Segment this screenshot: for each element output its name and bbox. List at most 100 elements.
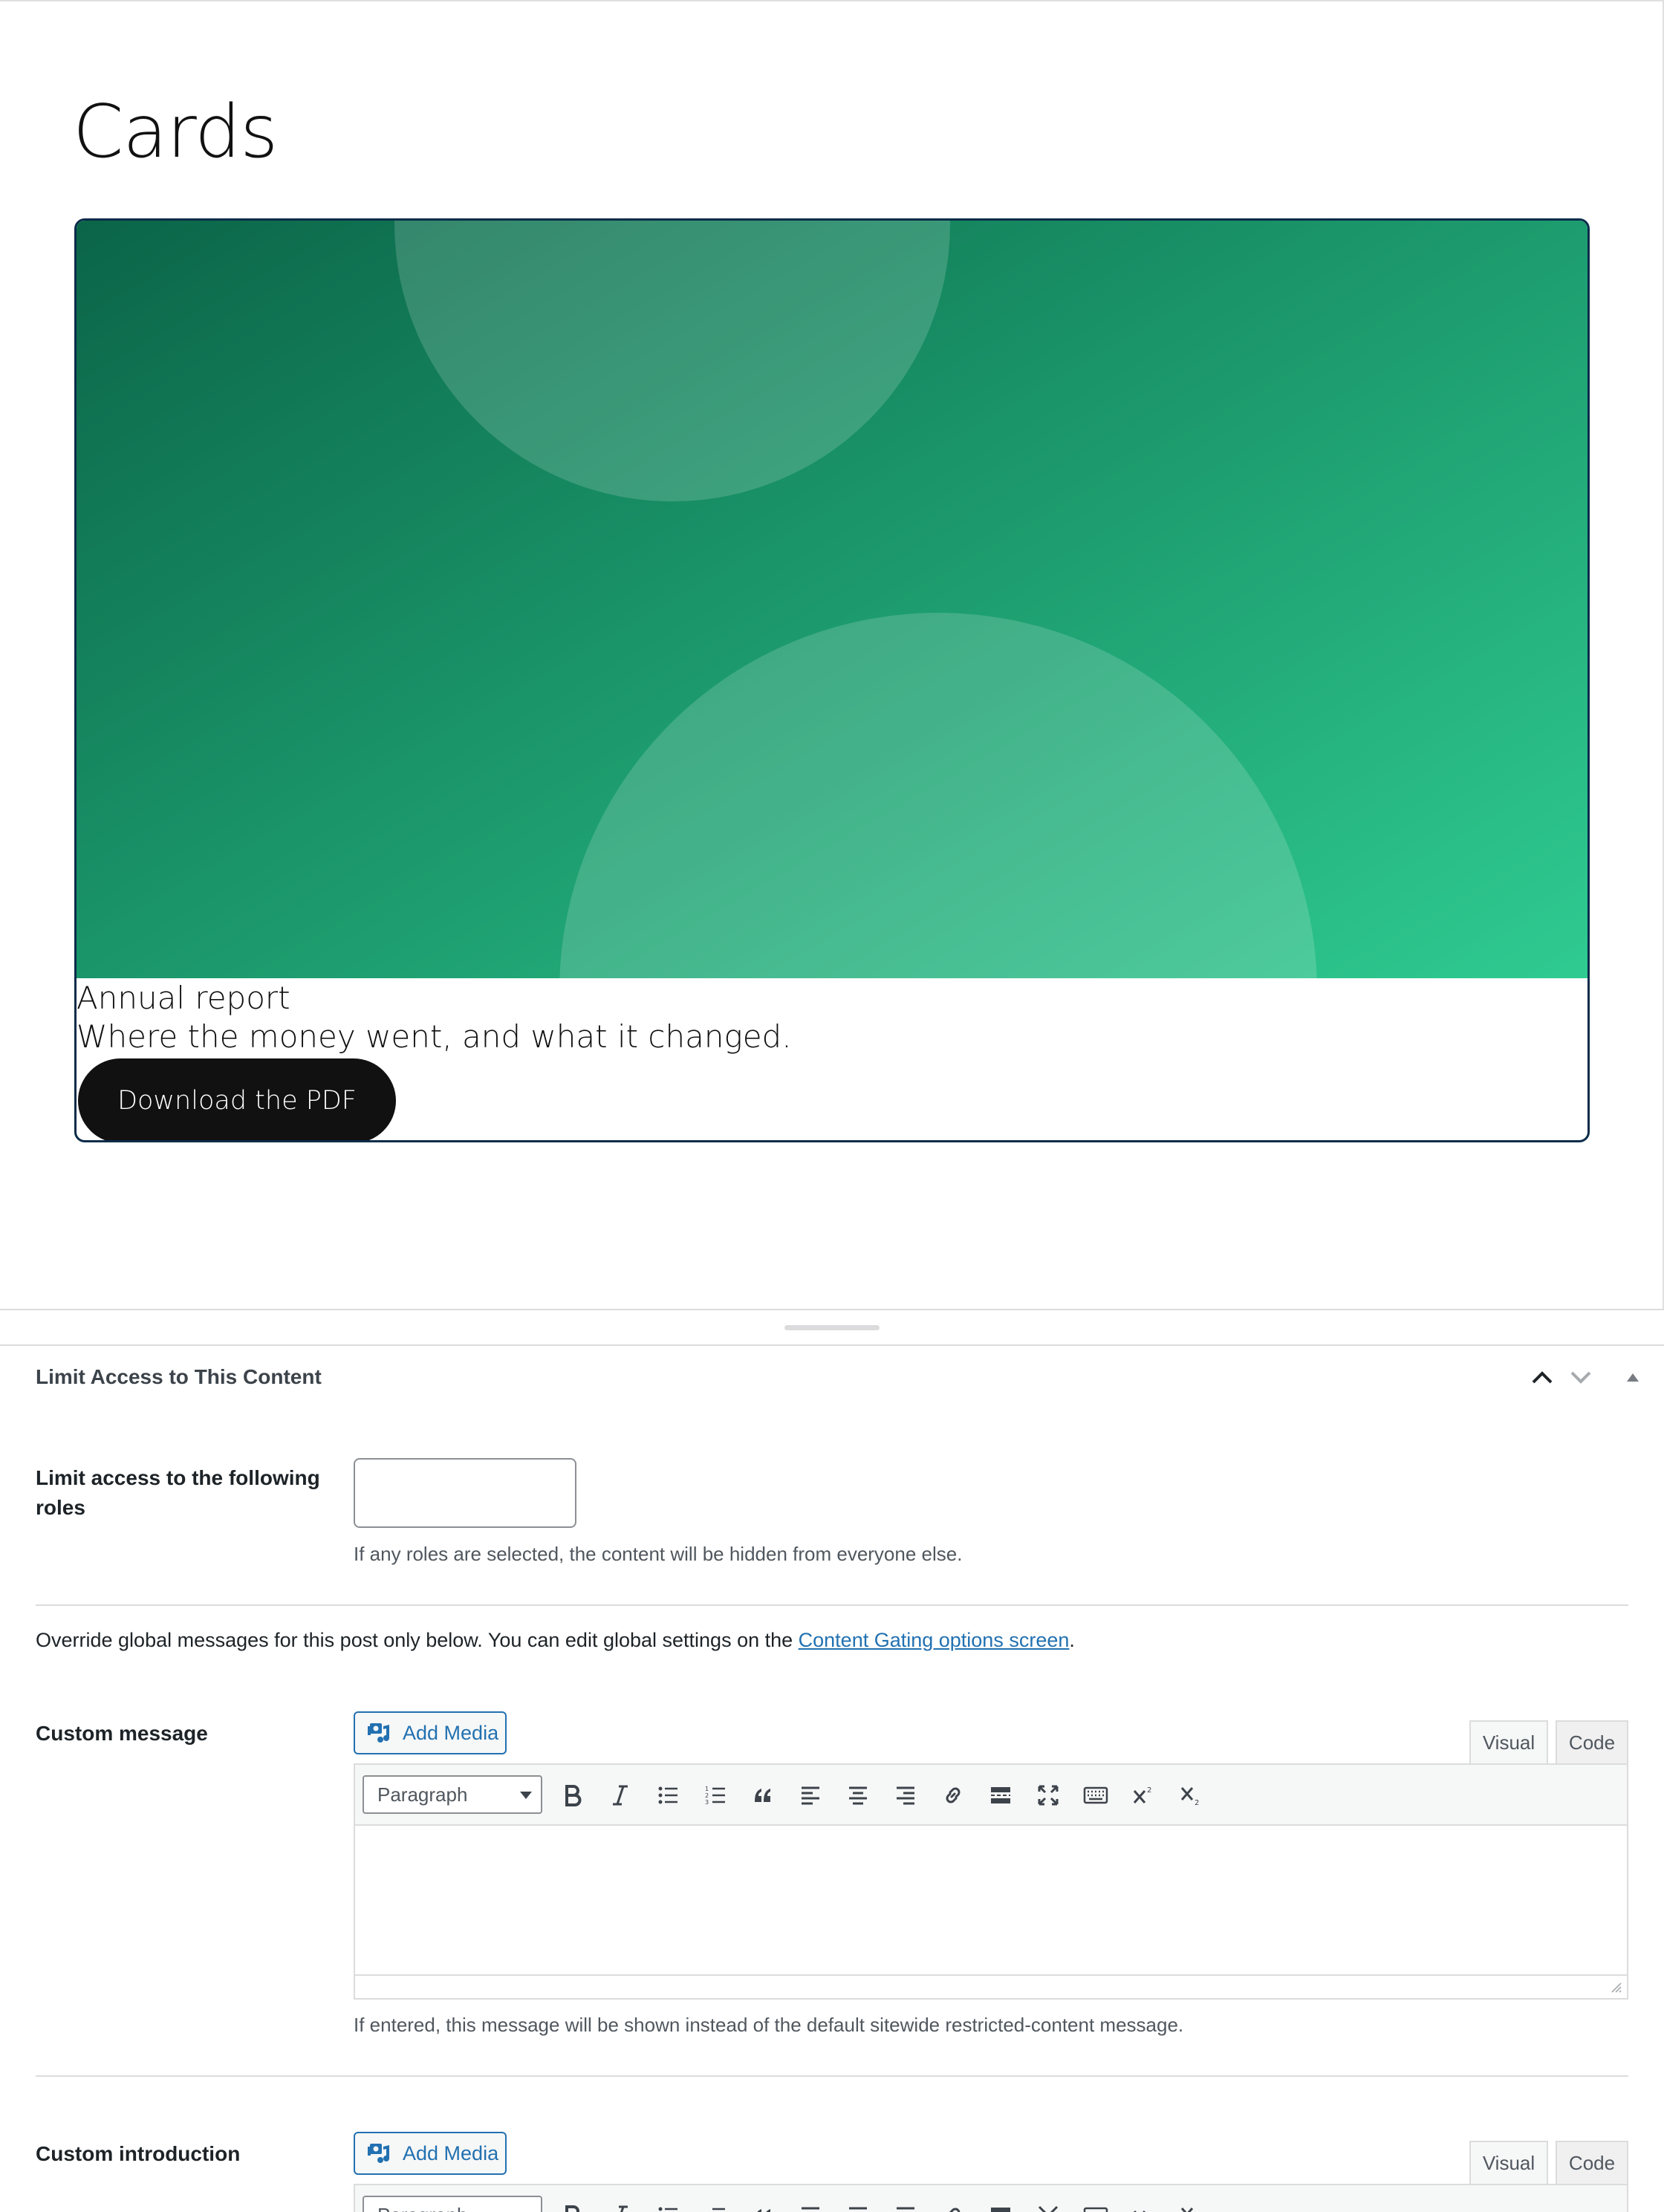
add-media-label: Add Media xyxy=(403,2141,499,2164)
read-more-button[interactable] xyxy=(982,2197,1019,2212)
insert-link-button[interactable] xyxy=(935,1777,972,1814)
page-title[interactable]: Cards xyxy=(73,89,278,177)
format-select[interactable]: Paragraph xyxy=(363,2196,542,2212)
add-media-button[interactable]: Add Media xyxy=(354,1711,507,1754)
svg-text:2: 2 xyxy=(705,1792,709,1799)
download-pdf-button[interactable]: Download the PDF xyxy=(78,1058,396,1140)
format-select-value: Paragraph xyxy=(377,1783,468,1806)
tab-visual[interactable]: Visual xyxy=(1469,1720,1548,1765)
chevron-down-icon xyxy=(1570,1371,1591,1384)
custom-message-editor: Paragraph 123 2 2 xyxy=(354,1763,1628,2000)
roles-help-text: If any roles are selected, the content w… xyxy=(354,1543,963,1565)
card-text[interactable]: Where the money went, and what it change… xyxy=(77,1017,792,1058)
metabox-resize-bar[interactable] xyxy=(0,1309,1664,1346)
toggle-panel-button[interactable] xyxy=(1616,1361,1649,1393)
metabox-title: Limit Access to This Content xyxy=(36,1365,322,1388)
align-right-button[interactable] xyxy=(887,2197,924,2212)
superscript-icon xyxy=(1133,2211,1146,2212)
subscript-button[interactable]: 2 xyxy=(1172,1777,1209,1814)
toolbar-toggle-button[interactable] xyxy=(1077,2197,1114,2212)
override-notice: Override global messages for this post o… xyxy=(36,1627,1075,1653)
svg-text:1: 1 xyxy=(705,1786,709,1792)
custom-introduction-label: Custom introduction xyxy=(36,2142,241,2165)
custom-message-label: Custom message xyxy=(36,1722,208,1745)
tab-code[interactable]: Code xyxy=(1556,2141,1628,2185)
align-center-icon xyxy=(849,2207,867,2210)
tab-code[interactable]: Code xyxy=(1556,1720,1628,1765)
subscript-button[interactable] xyxy=(1172,2197,1209,2212)
decorative-circle xyxy=(394,221,950,501)
roles-select[interactable] xyxy=(354,1458,576,1528)
insert-link-button[interactable] xyxy=(935,2197,972,2212)
fullscreen-button[interactable] xyxy=(1030,1777,1067,1814)
align-center-button[interactable] xyxy=(839,2197,877,2212)
editor-statusbar xyxy=(355,1974,1627,1998)
superscript-button[interactable] xyxy=(1125,2197,1162,2212)
blockquote-button[interactable] xyxy=(744,2197,781,2212)
resize-handle[interactable] xyxy=(784,1325,880,1330)
fullscreen-icon xyxy=(1038,1785,1059,1806)
read-more-icon xyxy=(991,2208,1010,2212)
chevron-up-icon xyxy=(1532,1371,1553,1384)
editor-canvas: Cards Annual report Where the money went… xyxy=(0,0,1664,1309)
format-select[interactable]: Paragraph xyxy=(363,1775,542,1814)
bulleted-list-button[interactable] xyxy=(649,1777,686,1814)
svg-text:2: 2 xyxy=(1195,1799,1199,1806)
align-left-button[interactable] xyxy=(792,1777,829,1814)
align-left-button[interactable] xyxy=(792,2197,829,2212)
divider xyxy=(36,1604,1628,1606)
align-right-icon xyxy=(897,1786,914,1805)
bulleted-list-icon xyxy=(658,1786,677,1804)
italic-button[interactable] xyxy=(602,1777,639,1814)
italic-icon xyxy=(619,2205,628,2212)
bold-button[interactable] xyxy=(554,2197,591,2212)
align-left-icon xyxy=(802,2207,819,2210)
triangle-up-icon xyxy=(1627,1373,1639,1382)
resize-grip-icon[interactable] xyxy=(1609,1980,1622,1994)
align-center-button[interactable] xyxy=(839,1777,877,1814)
keyboard-icon xyxy=(1083,2207,1108,2212)
tab-visual[interactable]: Visual xyxy=(1469,2141,1548,2185)
move-down-button[interactable] xyxy=(1564,1361,1597,1393)
metabox-header: Limit Access to This Content xyxy=(0,1346,1664,1411)
override-suffix: . xyxy=(1069,1629,1075,1651)
editor-toolbar: Paragraph 123 2 2 xyxy=(355,1765,1627,1826)
bulleted-list-button[interactable] xyxy=(649,2197,686,2212)
add-media-icon xyxy=(368,1723,389,1743)
caret-down-icon xyxy=(520,1792,532,1799)
numbered-list-icon: 123 xyxy=(705,1786,725,1806)
svg-text:2: 2 xyxy=(1147,1786,1151,1795)
content-gating-options-link[interactable]: Content Gating options screen xyxy=(799,1629,1070,1651)
numbered-list-button[interactable]: 123 xyxy=(697,1777,734,1814)
fullscreen-button[interactable] xyxy=(1030,2197,1067,2212)
numbered-list-button[interactable] xyxy=(697,2197,734,2212)
override-text: Override global messages for this post o… xyxy=(36,1629,799,1651)
add-media-label: Add Media xyxy=(403,1721,499,1744)
custom-message-textarea[interactable] xyxy=(355,1826,1627,1974)
link-icon xyxy=(949,2208,961,2212)
bulleted-list-icon xyxy=(658,2207,677,2211)
keyboard-icon xyxy=(1083,1786,1108,1804)
bold-button[interactable] xyxy=(554,1777,591,1814)
subscript-icon: 2 xyxy=(1180,1787,1199,1806)
card-title[interactable]: Annual report xyxy=(77,978,290,1019)
bold-icon xyxy=(565,1785,582,1806)
toolbar-toggle-button[interactable] xyxy=(1077,1777,1114,1814)
format-select-value: Paragraph xyxy=(377,2204,467,2212)
move-up-button[interactable] xyxy=(1526,1361,1559,1393)
add-media-button[interactable]: Add Media xyxy=(354,2132,507,2175)
custom-message-help-text: If entered, this message will be shown i… xyxy=(354,2014,1184,2036)
custom-introduction-editor: Paragraph xyxy=(354,2184,1628,2212)
card-block[interactable]: Annual report Where the money went, and … xyxy=(74,218,1590,1142)
add-media-icon xyxy=(368,2144,389,2163)
superscript-button[interactable]: 2 xyxy=(1125,1777,1162,1814)
editor-toolbar: Paragraph xyxy=(355,2185,1627,2212)
quote-icon xyxy=(757,2209,770,2212)
decorative-circle xyxy=(559,613,1317,978)
align-right-icon xyxy=(897,2207,914,2210)
read-more-button[interactable] xyxy=(982,1777,1019,1814)
italic-button[interactable] xyxy=(602,2197,639,2212)
blockquote-button[interactable] xyxy=(744,1777,781,1814)
align-right-button[interactable] xyxy=(887,1777,924,1814)
roles-label: Limit access to the following roles xyxy=(36,1466,320,1519)
